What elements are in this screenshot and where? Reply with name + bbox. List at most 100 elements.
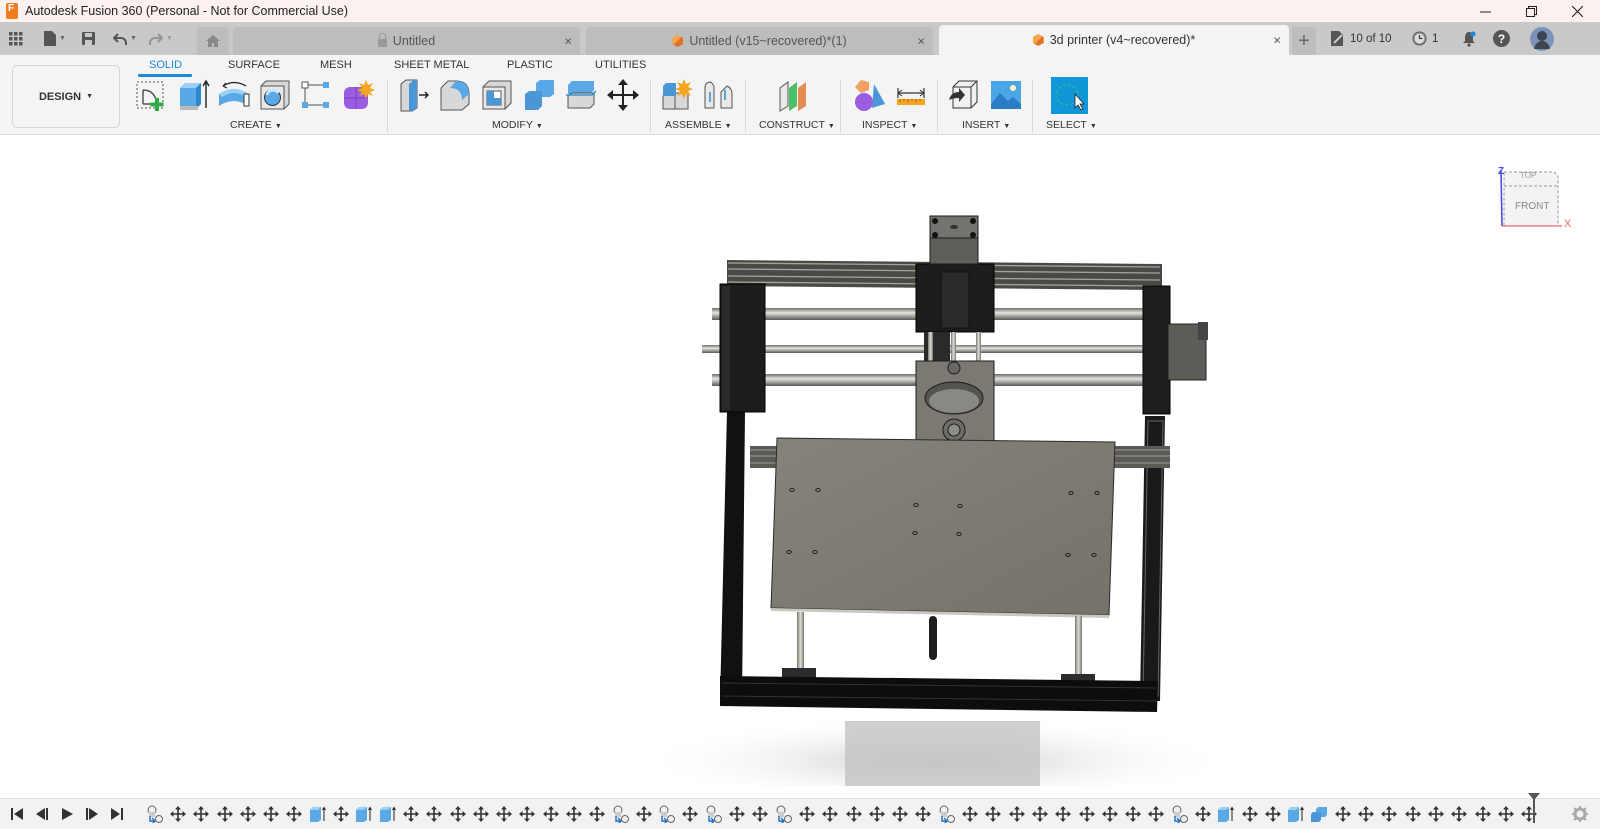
timeline-feature-move[interactable]: [1448, 803, 1471, 825]
timeline-step-back[interactable]: [33, 805, 50, 822]
help-button[interactable]: ?: [1493, 22, 1510, 55]
timeline-feature-move[interactable]: [516, 803, 539, 825]
timeline-feature-move[interactable]: [1331, 803, 1354, 825]
select-button[interactable]: [1051, 77, 1088, 114]
workspace-switcher[interactable]: DESIGN ▼: [12, 65, 120, 128]
timeline-feature-move[interactable]: [1075, 803, 1098, 825]
job-status-button[interactable]: 10 of 10: [1331, 22, 1392, 55]
timeline-feature-move[interactable]: [865, 803, 888, 825]
timeline-feature-joint[interactable]: [609, 803, 632, 825]
tab-untitled-v15[interactable]: Untitled (v15~recovered)*(1) ×: [586, 27, 933, 55]
timeline-feature-move[interactable]: [586, 803, 609, 825]
assemble-menu[interactable]: ASSEMBLE ▼: [665, 119, 732, 131]
timeline-feature-move[interactable]: [1028, 803, 1051, 825]
inspect-menu[interactable]: INSPECT ▼: [862, 119, 917, 131]
history-button[interactable]: 1: [1412, 22, 1438, 55]
press-pull-button[interactable]: [396, 77, 432, 113]
new-component-button[interactable]: [659, 77, 695, 113]
timeline-marker[interactable]: [1528, 793, 1540, 823]
offset-face-button[interactable]: [563, 77, 599, 113]
timeline-feature-move[interactable]: [329, 803, 352, 825]
timeline-feature-joint[interactable]: [143, 803, 166, 825]
timeline-feature-move[interactable]: [632, 803, 655, 825]
file-menu-button[interactable]: ▼: [38, 22, 72, 55]
timeline-feature-move[interactable]: [399, 803, 422, 825]
timeline-feature-move[interactable]: [236, 803, 259, 825]
timeline-feature-move[interactable]: [982, 803, 1005, 825]
timeline-feature-move[interactable]: [213, 803, 236, 825]
timeline-feature-move[interactable]: [912, 803, 935, 825]
timeline-feature-extrude[interactable]: [1215, 803, 1238, 825]
timeline-feature-move[interactable]: [1401, 803, 1424, 825]
timeline-feature-move[interactable]: [190, 803, 213, 825]
timeline-feature-joint[interactable]: [935, 803, 958, 825]
timeline-feature-move[interactable]: [1494, 803, 1517, 825]
tab-plastic[interactable]: PLASTIC: [507, 59, 553, 71]
minimize-button[interactable]: [1462, 0, 1508, 22]
timeline-feature-move[interactable]: [1238, 803, 1261, 825]
timeline-feature-move[interactable]: [958, 803, 981, 825]
insert-canvas-button[interactable]: [988, 77, 1024, 113]
timeline-step-forward[interactable]: [83, 805, 100, 822]
timeline-feature-extrude[interactable]: [376, 803, 399, 825]
hole-button[interactable]: [257, 77, 293, 113]
timeline-feature-move[interactable]: [1354, 803, 1377, 825]
component-colors-button[interactable]: [851, 77, 887, 113]
create-menu[interactable]: CREATE ▼: [230, 119, 282, 131]
tab-close-button[interactable]: ×: [564, 34, 572, 49]
extrude-button[interactable]: [176, 77, 212, 113]
notifications-button[interactable]: [1462, 22, 1476, 55]
tab-close-button[interactable]: ×: [917, 34, 925, 49]
timeline-feature-extrude[interactable]: [1285, 803, 1308, 825]
timeline-feature-move[interactable]: [1052, 803, 1075, 825]
timeline-feature-joint[interactable]: [656, 803, 679, 825]
redo-button[interactable]: ▼: [146, 22, 176, 55]
fillet-button[interactable]: [437, 77, 473, 113]
timeline-feature-extrude[interactable]: [306, 803, 329, 825]
tab-3d-printer[interactable]: 3d printer (v4~recovered)* ×: [939, 25, 1289, 55]
timeline-feature-joint[interactable]: [702, 803, 725, 825]
undo-button[interactable]: ▼: [110, 22, 140, 55]
shell-button[interactable]: [479, 77, 515, 113]
timeline-feature-move[interactable]: [1145, 803, 1168, 825]
timeline-feature-joint[interactable]: [1168, 803, 1191, 825]
timeline-feature-move[interactable]: [725, 803, 748, 825]
timeline-settings-button[interactable]: [1572, 806, 1590, 824]
combine-button[interactable]: [521, 77, 557, 113]
view-cube-top[interactable]: TOP: [1520, 171, 1536, 180]
select-menu[interactable]: SELECT ▼: [1046, 119, 1097, 131]
home-tab[interactable]: [197, 27, 229, 55]
timeline-play[interactable]: [58, 805, 75, 822]
timeline-feature-move[interactable]: [469, 803, 492, 825]
apps-grid-button[interactable]: [6, 22, 26, 55]
timeline-feature-move[interactable]: [1191, 803, 1214, 825]
timeline-go-to-end[interactable]: [108, 805, 125, 822]
timeline-go-to-start[interactable]: [8, 805, 25, 822]
modify-menu[interactable]: MODIFY ▼: [492, 119, 543, 131]
save-button[interactable]: [78, 22, 98, 55]
view-cube[interactable]: Z TOP FRONT X: [1498, 166, 1571, 236]
timeline-feature-extrude[interactable]: [353, 803, 376, 825]
3d-viewport[interactable]: Z TOP FRONT X: [0, 136, 1600, 786]
joint-button[interactable]: [700, 77, 736, 113]
timeline-feature-move[interactable]: [259, 803, 282, 825]
timeline-feature-move[interactable]: [423, 803, 446, 825]
insert-derive-button[interactable]: [946, 77, 982, 113]
timeline-feature-move[interactable]: [1378, 803, 1401, 825]
tab-mesh[interactable]: MESH: [320, 59, 352, 71]
timeline-feature-combine[interactable]: [1308, 803, 1331, 825]
timeline-feature-move[interactable]: [446, 803, 469, 825]
move-copy-button[interactable]: [605, 77, 641, 113]
timeline-feature-move[interactable]: [562, 803, 585, 825]
timeline-feature-move[interactable]: [1121, 803, 1144, 825]
timeline-feature-move[interactable]: [819, 803, 842, 825]
timeline-feature-move[interactable]: [166, 803, 189, 825]
user-avatar[interactable]: [1530, 22, 1554, 55]
timeline-feature-move[interactable]: [1261, 803, 1284, 825]
offset-plane-button[interactable]: [775, 77, 811, 113]
timeline-feature-move[interactable]: [1424, 803, 1447, 825]
measure-button[interactable]: [893, 77, 929, 113]
tab-sheet-metal[interactable]: SHEET METAL: [394, 59, 469, 71]
new-tab-button[interactable]: +: [1292, 27, 1316, 55]
revolve-button[interactable]: [216, 77, 252, 113]
